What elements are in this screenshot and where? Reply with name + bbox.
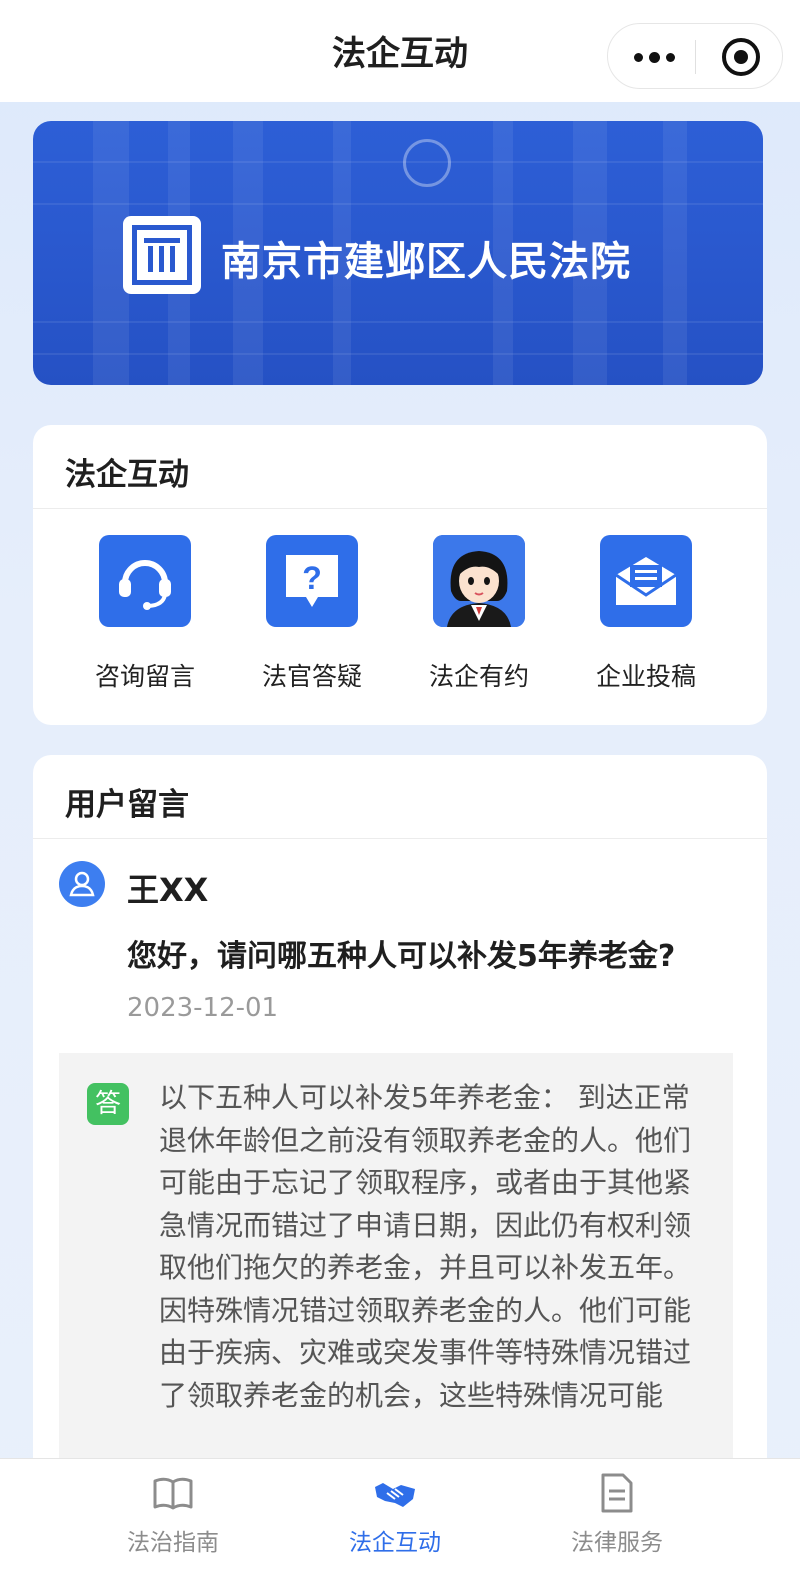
interaction-card: 法企互动 咨询留言 ? 法官答疑 法企有约 企业投稿 xyxy=(33,425,767,725)
tab-label: 法律服务 xyxy=(571,1530,663,1556)
feature-court-enterprise-meet[interactable]: 法企有约 xyxy=(399,535,559,695)
handshake-icon xyxy=(373,1471,417,1515)
top-navbar: 法企互动 xyxy=(0,0,800,102)
message-question[interactable]: 您好，请问哪五种人可以补发5年养老金? xyxy=(127,931,675,975)
answer-badge: 答 xyxy=(87,1083,129,1125)
feature-label: 企业投稿 xyxy=(595,662,696,691)
more-dots-icon[interactable] xyxy=(632,46,692,68)
judge-avatar-icon xyxy=(433,535,525,627)
svg-text:?: ? xyxy=(302,560,322,596)
target-circle-icon[interactable] xyxy=(722,38,760,76)
mini-program-capsule xyxy=(607,23,783,89)
answer-text: 以下五种人可以补发5年养老金： 到达正常退休年龄但之前没有领取养老金的人。他们可… xyxy=(159,1081,692,1412)
card-divider xyxy=(33,838,767,839)
feature-consult-message[interactable]: 咨询留言 xyxy=(65,535,225,695)
feature-label: 法官答疑 xyxy=(261,662,362,691)
tab-legal-service[interactable]: 法律服务 xyxy=(517,1459,717,1587)
national-emblem-icon xyxy=(403,139,451,187)
interaction-card-title: 法企互动 xyxy=(65,457,189,493)
tab-label: 法企互动 xyxy=(349,1530,441,1556)
court-banner: 南京市建邺区人民法院 xyxy=(33,121,763,385)
feature-enterprise-submission[interactable]: 企业投稿 xyxy=(566,535,726,695)
court-logo-icon xyxy=(123,216,201,294)
document-icon xyxy=(595,1471,639,1515)
court-name: 南京市建邺区人民法院 xyxy=(221,239,631,285)
question-bubble-icon: ? xyxy=(266,535,358,627)
headset-icon xyxy=(99,535,191,627)
bottom-tabbar: 法治指南 法企互动 法律服务 xyxy=(0,1458,800,1587)
user-avatar-icon xyxy=(59,861,105,907)
message-date: 2023-12-01 xyxy=(127,993,279,1023)
mail-icon xyxy=(600,535,692,627)
answer-box: 答 以下五种人可以补发5年养老金： 到达正常退休年龄但之前没有领取养老金的人。他… xyxy=(59,1053,733,1473)
card-divider xyxy=(33,508,767,509)
messages-card-title: 用户留言 xyxy=(65,787,189,823)
tab-label: 法治指南 xyxy=(127,1530,219,1556)
message-user-name: 王XX xyxy=(127,871,209,909)
tab-legal-guide[interactable]: 法治指南 xyxy=(73,1459,273,1587)
feature-label: 咨询留言 xyxy=(94,662,195,691)
tab-court-enterprise[interactable]: 法企互动 xyxy=(295,1459,495,1587)
feature-label: 法企有约 xyxy=(428,662,529,691)
feature-judge-qa[interactable]: ? 法官答疑 xyxy=(232,535,392,695)
capsule-divider xyxy=(695,40,696,74)
book-icon xyxy=(151,1471,195,1515)
